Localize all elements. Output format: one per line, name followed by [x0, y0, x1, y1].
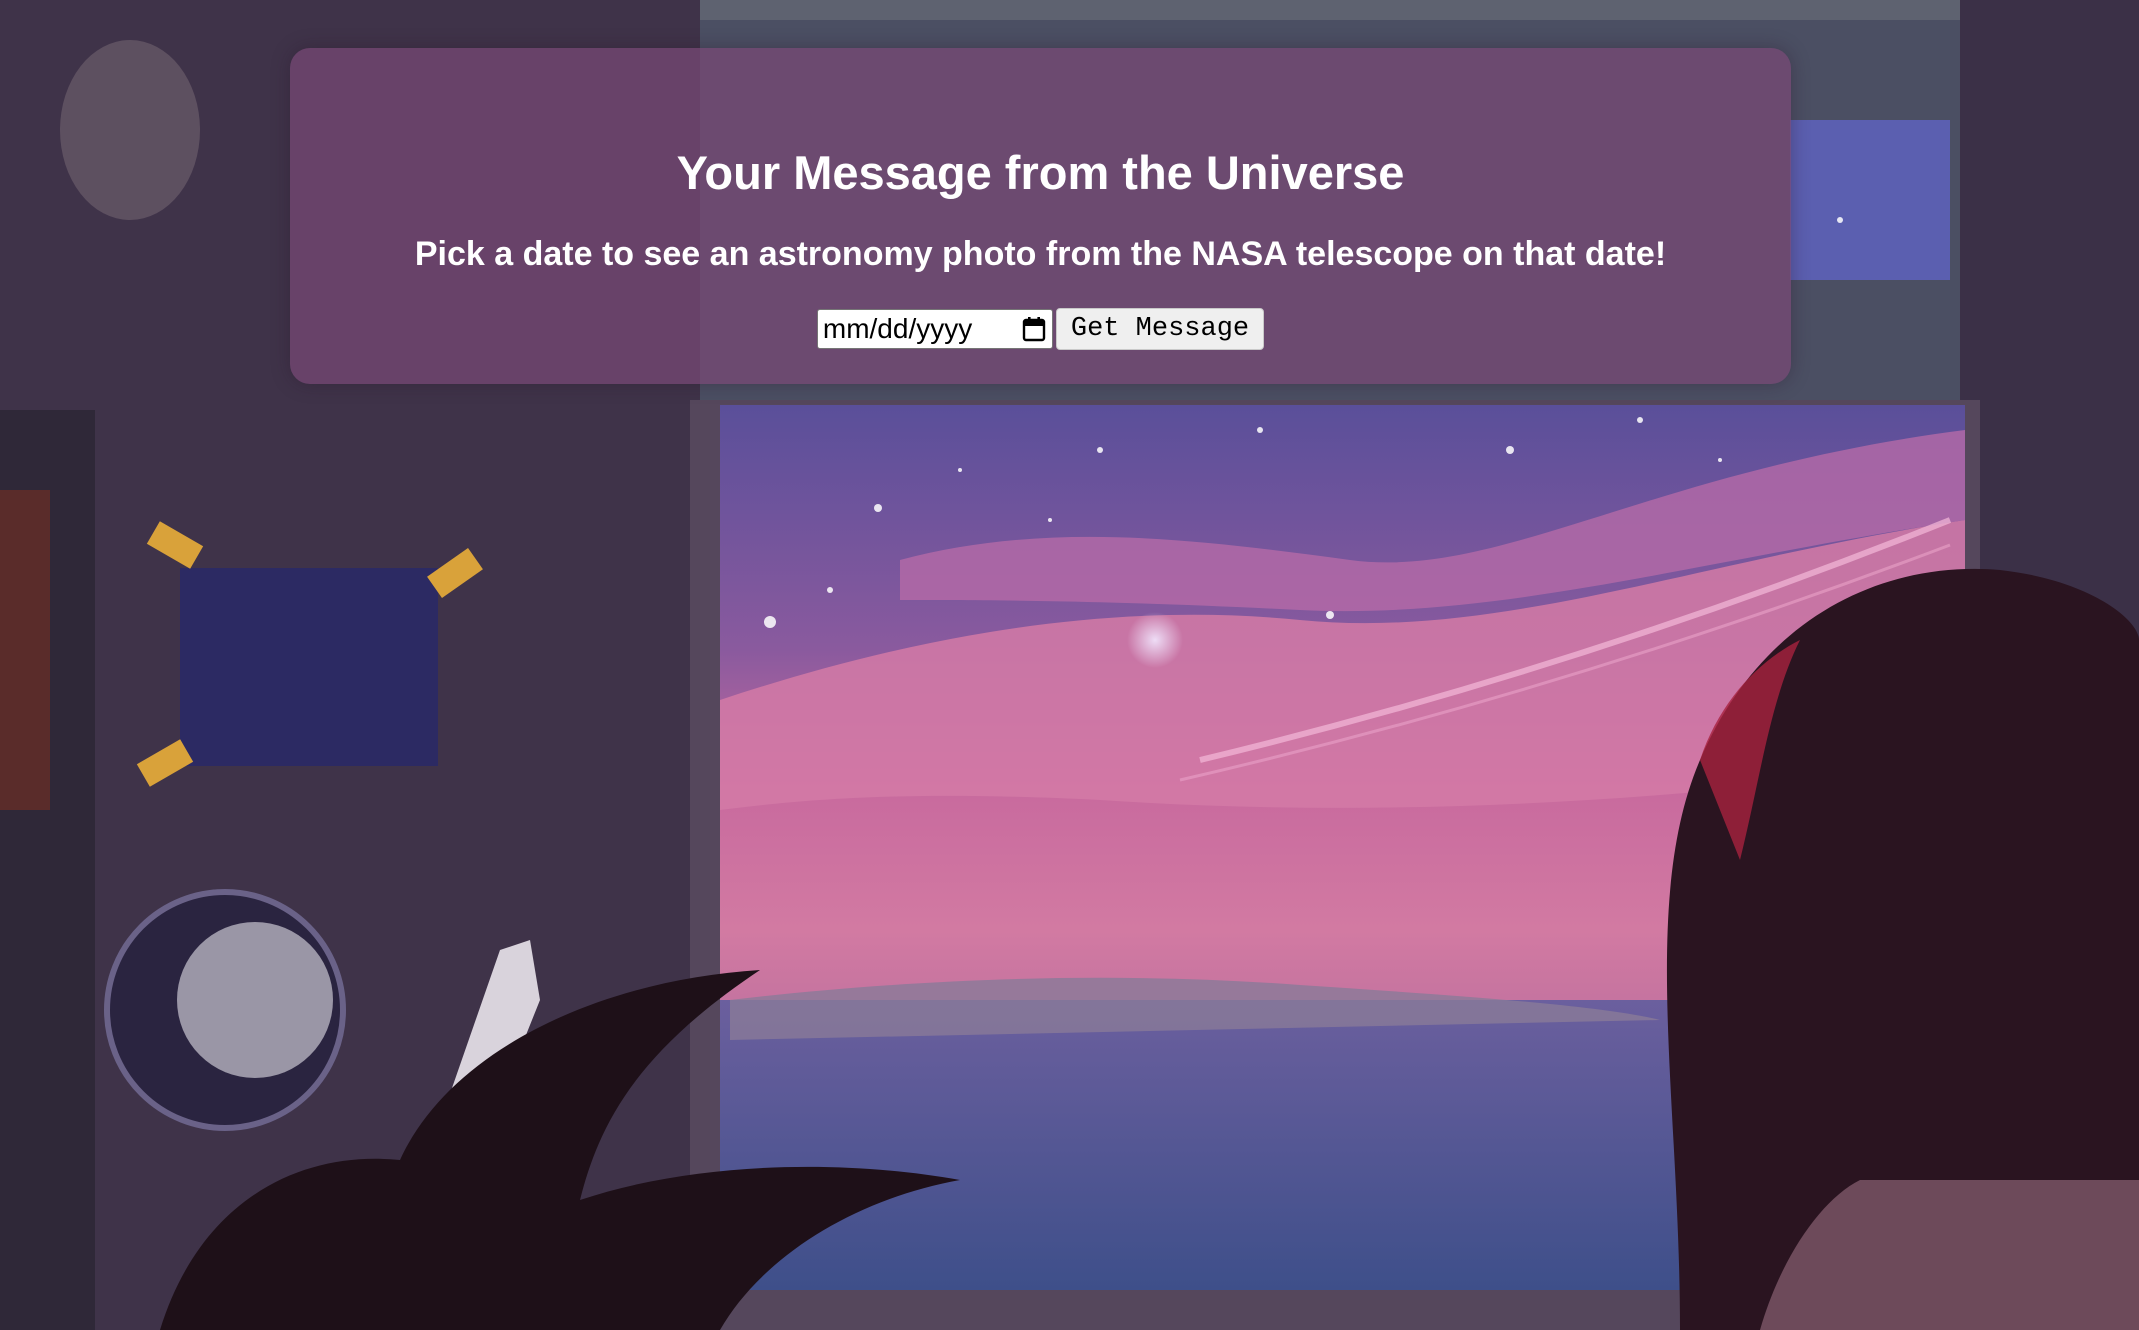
page-title: Your Message from the Universe	[676, 146, 1405, 199]
date-input-placeholder: mm/dd/yyyy	[822, 313, 973, 344]
get-message-button[interactable]: Get Message	[1055, 308, 1265, 350]
calendar-icon[interactable]	[1022, 316, 1046, 342]
date-form: mm/dd/yyyy Get Message	[290, 308, 1791, 350]
page-subtitle: Pick a date to see an astronomy photo fr…	[414, 235, 1667, 273]
message-card: Your Message from the Universe Pick a da…	[290, 48, 1791, 384]
date-input[interactable]: mm/dd/yyyy	[816, 309, 1053, 349]
